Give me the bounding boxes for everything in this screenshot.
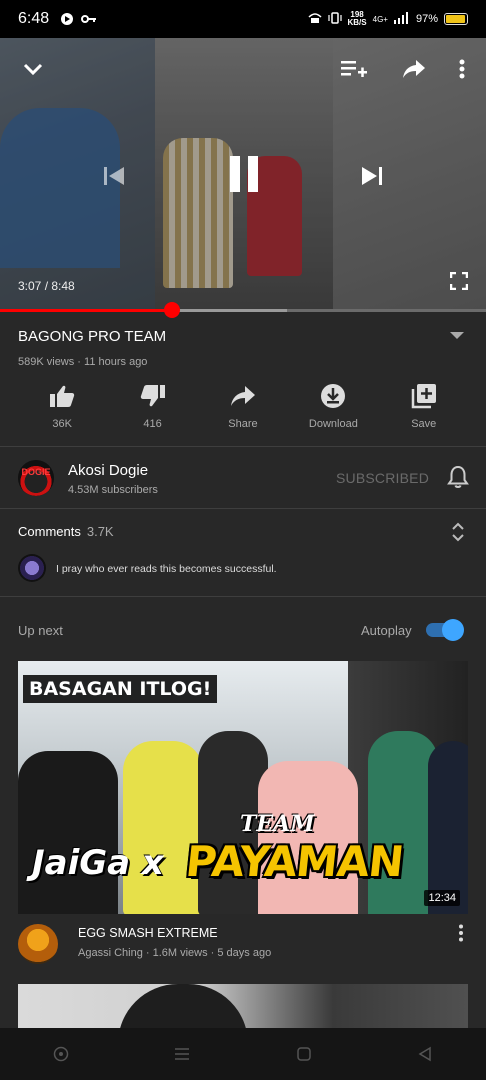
notification-bell-button[interactable]	[446, 465, 470, 489]
up-next-title[interactable]: EGG SMASH EXTREME	[78, 926, 218, 940]
up-next-more-button[interactable]	[458, 924, 474, 946]
home-button[interactable]	[293, 1043, 315, 1065]
more-vert-icon	[459, 59, 465, 79]
thumbnail-text-jaiga: JaiGa x	[32, 843, 164, 883]
like-count: 36K	[52, 418, 72, 430]
share-icon	[229, 382, 257, 410]
comments-header[interactable]: Comments 3.7K	[18, 524, 114, 539]
menu-button[interactable]	[171, 1043, 193, 1065]
share-button-player[interactable]	[400, 56, 428, 82]
next-button[interactable]	[356, 160, 388, 192]
video-meta: 589K views · 11 hours ago	[18, 356, 148, 368]
buffer-bar	[172, 309, 287, 312]
channel-avatar[interactable]: DOGIE	[18, 460, 54, 496]
share-label: Share	[228, 418, 258, 430]
thumbnail-text-basagan: BASAGAN ITLOG!	[23, 675, 218, 703]
seek-handle[interactable]	[164, 302, 181, 318]
back-button[interactable]	[414, 1043, 436, 1065]
vpn-icon	[307, 12, 322, 27]
autoplay-toggle[interactable]	[426, 619, 464, 641]
circle-dot-icon	[53, 1046, 68, 1062]
download-icon	[319, 382, 347, 410]
signal-icon	[393, 11, 410, 27]
pause-button[interactable]	[222, 152, 266, 196]
home-square-icon	[297, 1047, 311, 1061]
chevron-down-icon	[23, 63, 43, 76]
save-button[interactable]: Save	[379, 382, 469, 434]
comments-label: Comments	[18, 524, 81, 539]
pause-icon	[230, 156, 258, 192]
next-video-thumbnail[interactable]	[18, 984, 468, 1028]
divider	[0, 508, 486, 509]
add-to-playlist-icon	[410, 382, 438, 410]
unfold-icon	[452, 522, 464, 542]
dislike-count: 416	[143, 418, 162, 430]
time-display: 3:07 / 8:48	[18, 279, 75, 293]
channel-name[interactable]: Akosi Dogie	[68, 462, 148, 479]
divider	[0, 446, 486, 447]
thumbs-up-icon	[48, 382, 76, 410]
up-next-label: Up next	[18, 623, 63, 638]
skip-next-icon	[362, 167, 382, 185]
action-bar: 36K 416 Share Download Save	[0, 382, 486, 434]
add-to-queue-button[interactable]	[340, 56, 368, 82]
divider	[0, 596, 486, 597]
network-type: 4G+	[372, 14, 388, 24]
battery-percent: 97%	[415, 13, 438, 25]
skip-previous-icon	[104, 167, 124, 185]
playlist-add-icon	[341, 61, 367, 77]
seek-bar[interactable]	[0, 309, 486, 312]
video-player[interactable]: 3:07 / 8:48	[0, 38, 486, 310]
more-vert-icon	[459, 924, 463, 942]
channel-avatar-text: DOGIE	[21, 467, 51, 477]
assistant-button[interactable]	[50, 1043, 72, 1065]
back-triangle-icon	[418, 1046, 431, 1062]
share-button[interactable]: Share	[198, 382, 288, 434]
autoplay-label: Autoplay	[361, 623, 412, 638]
commenter-avatar[interactable]	[18, 554, 46, 582]
progress-fill	[0, 309, 173, 312]
more-options-button[interactable]	[452, 56, 472, 82]
key-icon	[81, 11, 97, 27]
network-speed: 198 KB/S	[348, 11, 367, 27]
previous-button[interactable]	[98, 160, 130, 192]
fullscreen-icon	[450, 272, 468, 290]
menu-icon	[175, 1048, 190, 1060]
speed-unit: KB/S	[347, 18, 367, 27]
download-button[interactable]: Download	[288, 382, 378, 434]
thumbnail-text-payaman: PAYAMAN	[183, 837, 406, 886]
status-time: 6:48	[18, 10, 50, 27]
up-next-thumbnail[interactable]: BASAGAN ITLOG! JaiGa x TEAM PAYAMAN 12:3…	[18, 661, 468, 914]
expand-comments-button[interactable]	[450, 522, 466, 542]
up-next-meta: Agassi Ching · 1.6M views · 5 days ago	[78, 947, 272, 959]
comments-count: 3.7K	[86, 524, 114, 539]
download-label: Download	[308, 418, 358, 430]
video-title[interactable]: BAGONG PRO TEAM	[18, 328, 166, 345]
like-button[interactable]: 36K	[17, 382, 107, 434]
battery-icon	[444, 13, 468, 25]
subscriber-count: 4.53M subscribers	[68, 484, 158, 496]
save-label: Save	[411, 418, 437, 430]
fullscreen-button[interactable]	[448, 270, 470, 292]
minimize-button[interactable]	[18, 54, 48, 84]
status-bar: 6:48 198 KB/S 4G+ 97%	[0, 0, 486, 38]
uploader-avatar[interactable]	[18, 924, 58, 964]
vibrate-icon	[327, 11, 342, 27]
bell-icon	[447, 465, 469, 488]
system-nav-bar	[0, 1028, 486, 1080]
top-comment[interactable]: I pray who ever reads this becomes succe…	[56, 563, 277, 575]
expand-description-icon[interactable]	[450, 332, 464, 339]
thumbnail-text-team: TEAM	[240, 811, 315, 837]
dislike-button[interactable]: 416	[107, 382, 197, 434]
thumbs-down-icon	[139, 382, 167, 410]
media-icon	[59, 11, 75, 27]
video-duration-badge: 12:34	[424, 890, 460, 906]
share-icon	[403, 60, 425, 78]
subscribed-button[interactable]: SUBSCRIBED	[336, 470, 429, 486]
